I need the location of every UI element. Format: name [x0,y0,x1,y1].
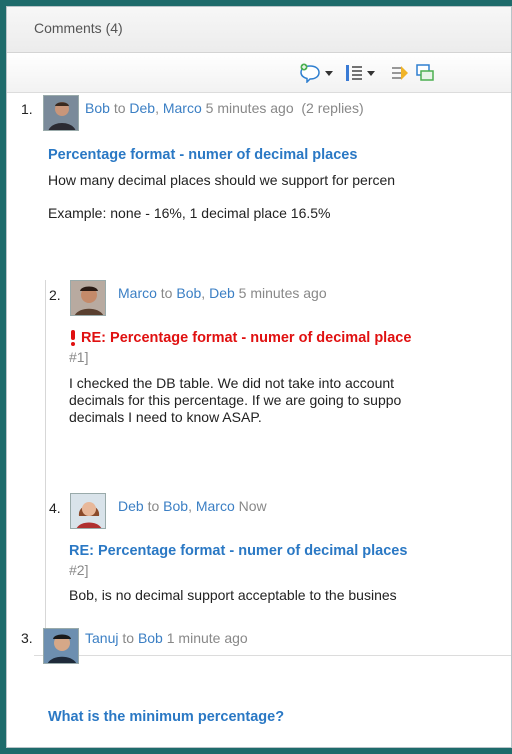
comment-author-link[interactable]: Marco [118,285,157,301]
comment-author-link[interactable]: Tanuj [85,630,118,646]
avatar[interactable] [43,628,79,664]
comment-ref: #1] [69,349,89,365]
chevron-down-icon [367,70,375,76]
recipient-link[interactable]: Marco [163,100,202,116]
avatar[interactable] [70,493,106,529]
comment-timestamp: 5 minutes ago [205,100,294,116]
comment-body-line: How many decimal places should we suppor… [48,172,396,188]
chevron-down-icon [325,70,333,76]
recipient-link[interactable]: Deb [209,285,235,301]
comment-number: 4. [49,500,61,516]
comment-ref: #2] [69,562,89,578]
avatar-image [71,494,105,528]
recipient-link[interactable]: Bob [138,630,163,646]
replies-count[interactable]: (2 replies) [301,100,363,116]
reply-thread-line [45,280,46,652]
comment-timestamp: 1 minute ago [166,630,248,646]
recipient-link[interactable]: Deb [129,100,155,116]
comments-panel: Comments (4) 1. Bob to Deb, Marco 5 minu… [6,6,512,748]
filter-icon [392,66,408,80]
recipient-link[interactable]: Marco [196,498,235,514]
comment-body-line: Example: none - 16%, 1 decimal place 16.… [48,205,331,221]
comment-meta: Marco to Bob, Deb 5 minutes ago [118,285,327,301]
recipient-link[interactable]: Bob [163,498,188,514]
sort-button[interactable] [345,63,375,83]
avatar-image [71,281,105,315]
avatar-image [44,96,78,130]
comment-body-line: I checked the DB table. We did not take … [69,375,395,391]
comment-number: 3. [21,630,33,646]
comment-meta: Tanuj to Bob 1 minute ago [85,630,248,646]
avatar[interactable] [43,95,79,131]
comment-author-link[interactable]: Deb [118,498,144,514]
show-comments-icon [416,64,434,81]
comment-title[interactable]: What is the minimum percentage? [48,709,284,725]
comment-title[interactable]: RE: Percentage format - numer of decimal… [69,543,407,559]
recipient-link[interactable]: Bob [176,285,201,301]
add-comment-button[interactable] [299,63,333,83]
comment-meta: Bob to Deb, Marco 5 minutes ago (2 repli… [85,100,364,116]
filter-button[interactable] [390,63,410,83]
divider [34,655,511,656]
comment-body-line: Bob, is no decimal support acceptable to… [69,587,397,603]
comment-meta: Deb to Bob, Marco Now [118,498,267,514]
show-comments-button[interactable] [415,63,435,83]
comment-body-line: decimals for this percentage. If we are … [69,392,402,408]
comment-timestamp: Now [238,498,267,514]
comments-title: Comments (4) [34,20,123,36]
comment-author-link[interactable]: Bob [85,100,110,116]
comment-body-line: decimals I need to know ASAP. [69,409,262,425]
comment-title[interactable]: Percentage format - numer of decimal pla… [48,147,357,163]
comments-header: Comments (4) [7,7,511,53]
avatar-image [44,629,78,663]
comment-number: 1. [21,101,33,117]
sort-list-icon [346,65,362,81]
comments-toolbar [7,53,511,93]
comment-number: 2. [49,287,61,303]
add-comment-icon [300,63,320,83]
avatar[interactable] [70,280,106,316]
comment-timestamp: 5 minutes ago [238,285,327,301]
comment-title[interactable]: RE: Percentage format - numer of decimal… [69,330,411,346]
